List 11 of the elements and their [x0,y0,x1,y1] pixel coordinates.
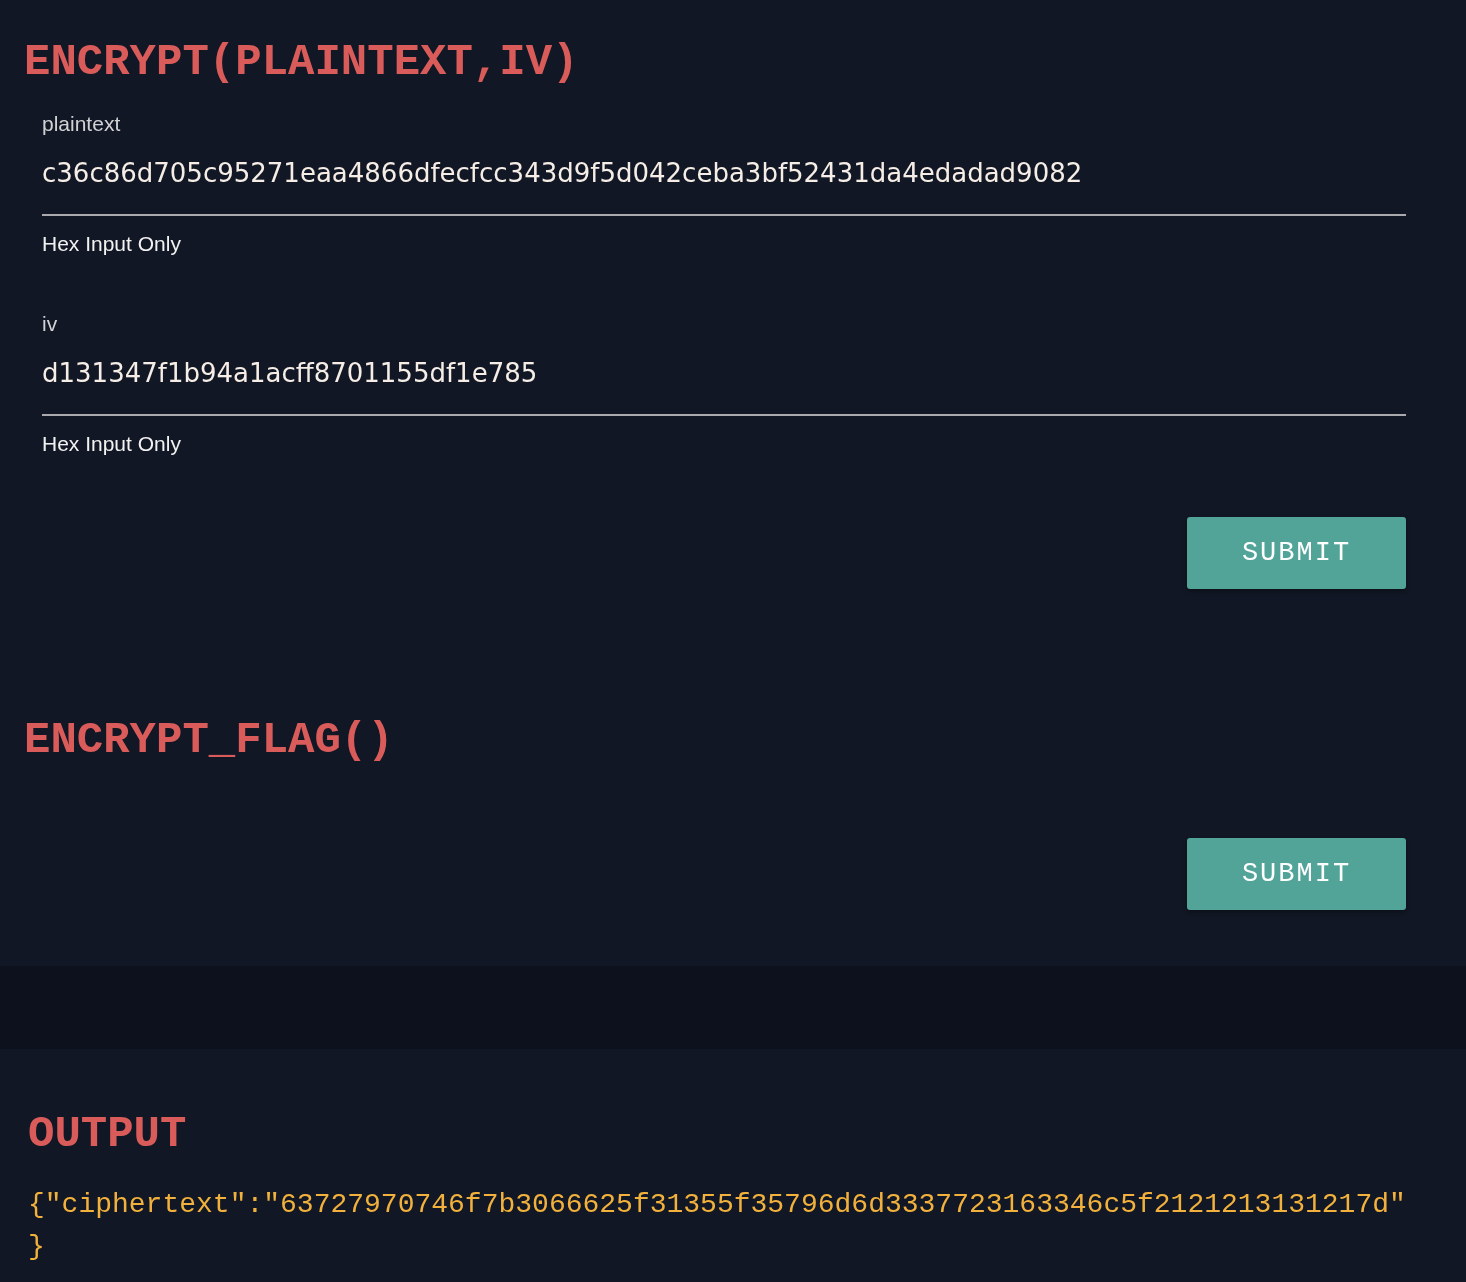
input-field[interactable]: c36c86d705c95271eaa4866dfecfcc343d9f5d042ceba3bf52431da4edadad9082 [42,136,1406,216]
input-field[interactable]: d131347f1b94a1acff8701155df1e785 [42,336,1406,416]
output-code-line: } [28,1230,46,1264]
section-heading: ENCRYPT_FLAG() [24,714,395,767]
output-code-line: {"ciphertext":"63727970746f7b3066625f31355f35796d6d3337723163346c5f2121213131217d" [28,1188,1407,1222]
helper-text: Hex Input Only [42,432,182,456]
helper-text: Hex Input Only [42,232,182,256]
section-heading: ENCRYPT(PLAINTEXT,IV) [24,36,580,89]
field-label: iv [42,312,59,336]
field-label: plaintext [42,112,122,136]
output-heading: OUTPUT [28,1108,188,1161]
